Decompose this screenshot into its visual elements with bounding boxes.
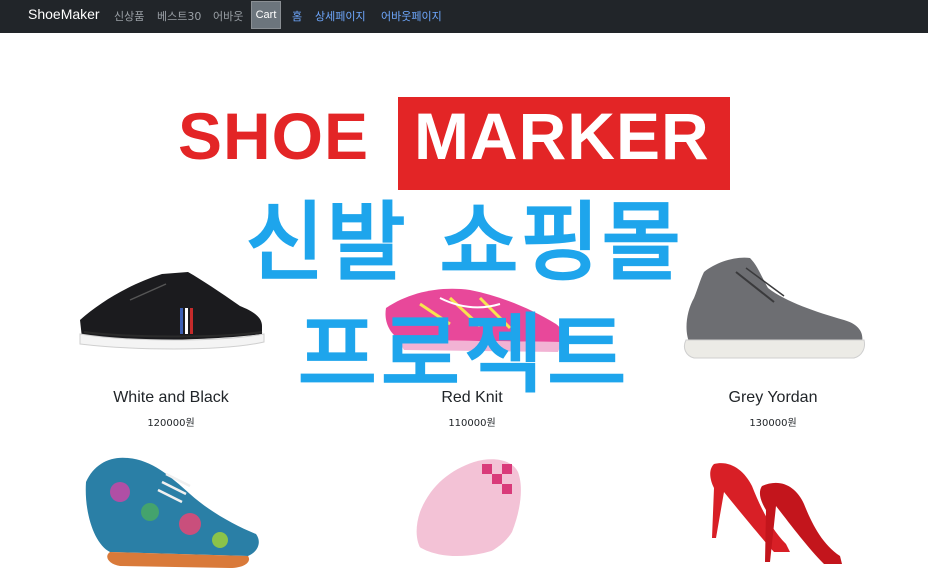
- overlay-title-line2: 프로젝트: [297, 305, 631, 405]
- product-image-blue-paisley[interactable]: [80, 452, 264, 568]
- nav-link-detail[interactable]: 상세페이지: [315, 8, 366, 24]
- product-price: 110000원: [448, 418, 496, 429]
- nav-link-home[interactable]: 홈: [292, 8, 302, 24]
- product-image-red-heels[interactable]: [700, 452, 852, 568]
- product-price: 120000원: [147, 418, 195, 429]
- brand-link[interactable]: ShoeMaker: [28, 6, 100, 22]
- nav-link-about-page[interactable]: 어바웃페이지: [381, 8, 442, 24]
- product-image-pink-slipon[interactable]: [400, 452, 534, 568]
- product-price: 130000원: [749, 418, 797, 429]
- nav-item-new[interactable]: 신상품: [114, 8, 144, 24]
- cart-button[interactable]: Cart: [251, 1, 281, 29]
- logo-text-marker: MARKER: [414, 99, 710, 173]
- logo-text-shoe: SHOE: [178, 99, 370, 173]
- top-navbar: ShoeMaker 신상품 베스트30 어바웃 Cart 홈 상세페이지 어바웃…: [0, 0, 928, 33]
- nav-item-best30[interactable]: 베스트30: [157, 8, 201, 24]
- nav-item-about[interactable]: 어바웃: [213, 8, 243, 24]
- overlay-title-line1: 신발 쇼핑몰: [245, 193, 683, 293]
